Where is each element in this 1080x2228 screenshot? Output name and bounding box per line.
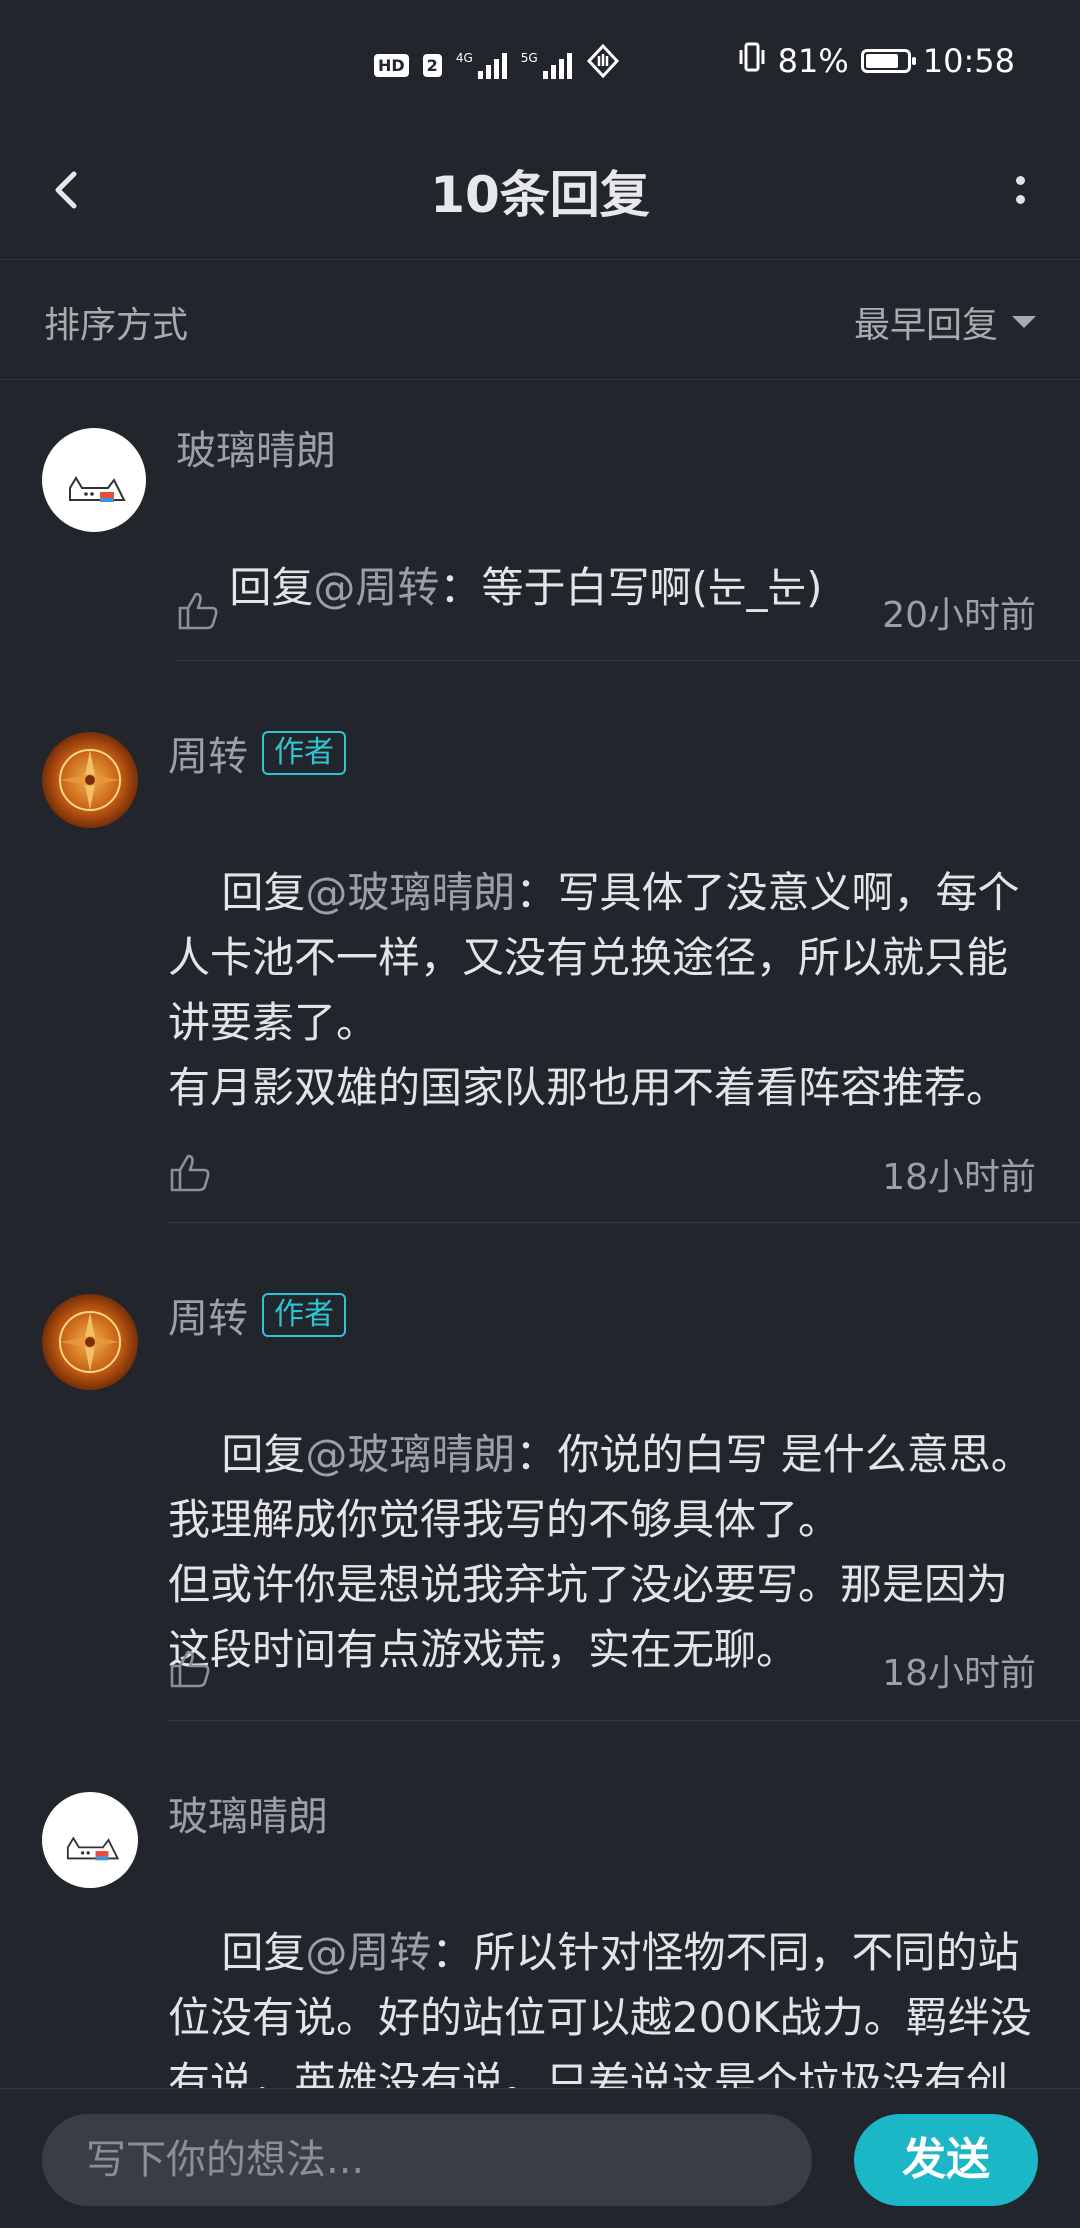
status-bar: HD 2 4G 5G 81% 10:58: [0, 0, 1080, 120]
comment-item: 周转 作者 回复@玻璃晴朗：写具体了没意义啊，每个人卡池不一样，又没有兑换途径，…: [0, 662, 1080, 1223]
comment-time: 20小时前: [882, 595, 1036, 636]
like-icon[interactable]: [168, 1150, 212, 1194]
comment-author-row: 玻璃晴朗: [168, 1784, 328, 1842]
divider: [168, 1720, 1080, 1721]
avatar[interactable]: [42, 1792, 138, 1888]
mention-link[interactable]: @周转: [305, 1928, 431, 1977]
battery-percent: 81%: [777, 42, 849, 80]
comment-item: 玻璃晴朗 回复@周转：所以针对怪物不同，不同的站位没有说。好的站位可以越200K…: [0, 1722, 1080, 2088]
more-options-icon[interactable]: [1000, 160, 1040, 220]
hd-indicator: HD: [374, 53, 409, 77]
divider: [176, 660, 1080, 661]
mention-link[interactable]: @周转: [313, 563, 439, 612]
vibrate-icon: [738, 40, 766, 82]
comment-author-row: 玻璃晴朗: [176, 418, 336, 476]
sort-dropdown[interactable]: 最早回复: [854, 296, 1036, 348]
signal-5g-icon: 5G: [521, 51, 572, 79]
comment-author[interactable]: 周转: [168, 1286, 248, 1344]
sort-value: 最早回复: [853, 305, 998, 346]
battery-icon: [860, 49, 916, 73]
hand-shield-icon: [586, 43, 620, 86]
avatar[interactable]: [42, 1294, 138, 1390]
top-app-bar: 10条回复: [0, 120, 1080, 260]
comment-author[interactable]: 周转: [168, 724, 248, 782]
like-icon[interactable]: [176, 588, 220, 632]
comment-input[interactable]: 写下你的想法...: [42, 2114, 812, 2206]
comment-time: 18小时前: [882, 1653, 1036, 1694]
sort-label: 排序方式: [44, 305, 189, 346]
divider: [168, 1222, 1080, 1223]
like-icon[interactable]: [168, 1646, 212, 1690]
signal-4g-icon: 4G: [456, 51, 507, 79]
status-icons-left: HD 2 4G 5G: [374, 43, 620, 86]
comment-author-row: 周转 作者: [168, 724, 346, 782]
comment-text: 回复@周转：所以针对怪物不同，不同的站位没有说。好的站位可以越200K战力。羁绊…: [168, 1928, 1032, 2088]
chevron-down-icon: [1012, 316, 1036, 328]
clock: 10:58: [922, 42, 1015, 80]
comment-item: 玻璃晴朗 回复@周转：等于白写啊(눈_눈) 20小时前: [0, 380, 1080, 661]
mention-link[interactable]: @玻璃晴朗: [305, 1430, 515, 1479]
mention-link[interactable]: @玻璃晴朗: [305, 868, 515, 917]
comment-composer: 写下你的想法... 发送: [0, 2088, 1080, 2228]
author-badge: 作者: [262, 1293, 346, 1337]
comment-text: 回复@玻璃晴朗：写具体了没意义啊，每个人卡池不一样，又没有兑换途径，所以就只能讲…: [168, 868, 1020, 1112]
status-icons-right: 81% 10:58: [738, 40, 1015, 82]
comment-time: 18小时前: [882, 1157, 1036, 1198]
author-badge: 作者: [262, 731, 346, 775]
avatar[interactable]: [42, 428, 146, 532]
page-title: 10条回复: [430, 166, 650, 224]
send-button[interactable]: 发送: [854, 2114, 1038, 2206]
avatar[interactable]: [42, 732, 138, 828]
comment-item: 周转 作者 回复@玻璃晴朗：你说的白写 是什么意思。 我理解成你觉得我写的不够具…: [0, 1224, 1080, 1721]
comment-author[interactable]: 玻璃晴朗: [168, 1784, 328, 1842]
sim-indicator: 2: [422, 53, 442, 77]
comment-author[interactable]: 玻璃晴朗: [176, 418, 336, 476]
sort-bar: 排序方式 最早回复: [0, 260, 1080, 380]
comment-author-row: 周转 作者: [168, 1286, 346, 1344]
